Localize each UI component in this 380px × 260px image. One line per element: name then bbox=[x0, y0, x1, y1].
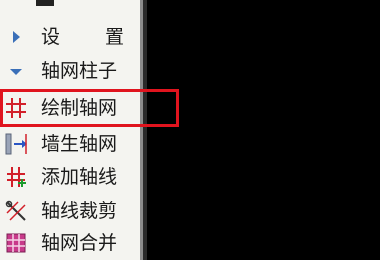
menu-item-axis-columns[interactable]: 轴网柱子 bbox=[0, 54, 140, 88]
menu-item-settings[interactable]: 设置 bbox=[0, 20, 140, 54]
menu-item-axis-columns-label: 轴网柱子 bbox=[41, 60, 118, 82]
tool-panel: 设置 轴网柱子 绘制轴网 墙生轴网 添加轴线 轴线裁剪 轴网合并 bbox=[0, 0, 143, 260]
menu-item-merge-axis-label: 轴网合并 bbox=[41, 232, 118, 254]
menu-item-settings-label-b: 置 bbox=[105, 26, 126, 48]
panel-edge bbox=[143, 0, 147, 260]
menu-item-trim-axis[interactable]: 轴线裁剪 bbox=[0, 194, 140, 228]
menu-item-merge-axis[interactable]: 轴网合并 bbox=[0, 226, 140, 260]
menu-item-add-axis-line-label: 添加轴线 bbox=[41, 166, 118, 188]
menu-item-wall-axis[interactable]: 墙生轴网 bbox=[0, 127, 140, 161]
highlight-box bbox=[0, 89, 179, 127]
menu-item-add-axis-line[interactable]: 添加轴线 bbox=[0, 160, 140, 194]
menu-item-settings-label-a: 设 bbox=[41, 26, 62, 48]
menu-item-wall-axis-label: 墙生轴网 bbox=[41, 133, 118, 155]
menu-item-trim-axis-label: 轴线裁剪 bbox=[41, 200, 118, 222]
triangle-down-icon bbox=[4, 59, 28, 83]
panel-top-strip bbox=[0, 0, 140, 12]
add-axis-icon bbox=[4, 165, 28, 189]
wall-to-axis-icon bbox=[4, 132, 28, 156]
axis-merge-icon bbox=[4, 231, 28, 255]
triangle-right-icon bbox=[4, 25, 28, 49]
axis-trim-icon bbox=[4, 199, 28, 223]
